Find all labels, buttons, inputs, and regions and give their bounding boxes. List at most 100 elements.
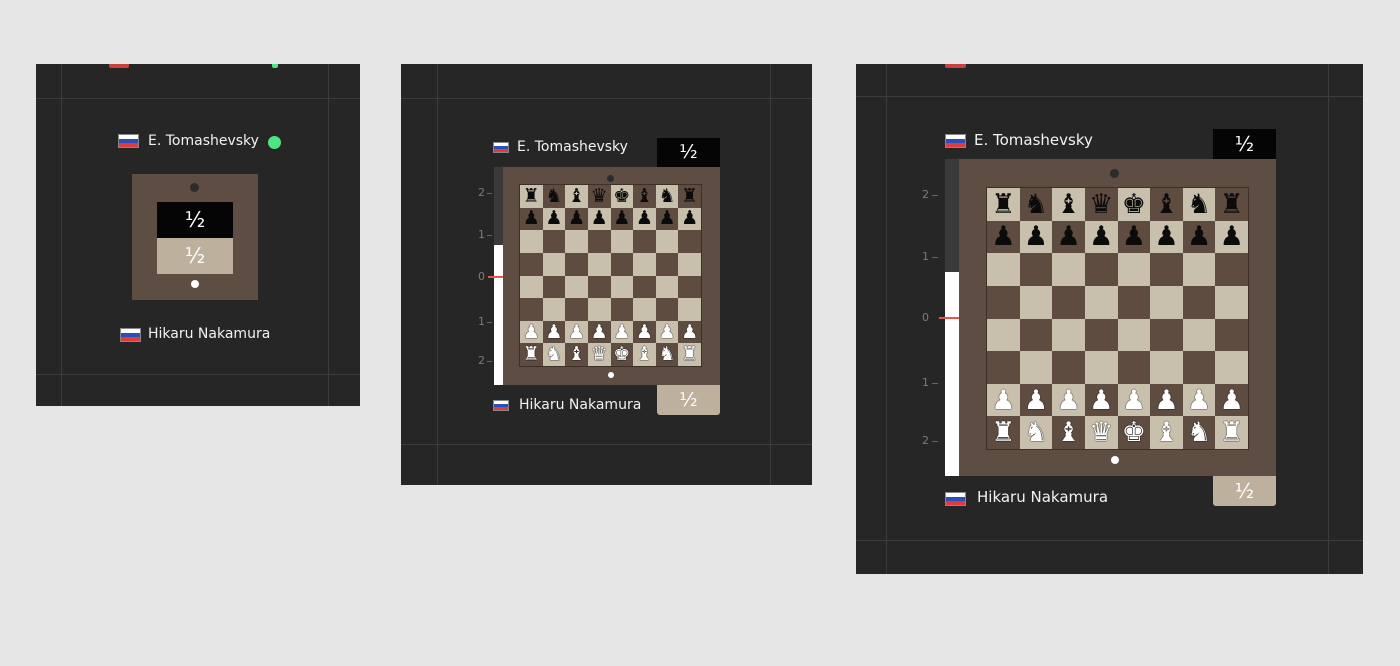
board-square[interactable]: ♜ (987, 416, 1020, 449)
board-square[interactable]: ♟ (1215, 220, 1248, 254)
board-square[interactable] (1117, 253, 1151, 286)
white-pawn-icon[interactable]: ♟ (991, 387, 1015, 414)
board-square[interactable]: ♞ (542, 343, 566, 366)
board-square[interactable]: ♟ (1019, 220, 1053, 254)
board-square[interactable]: ♟ (1117, 383, 1151, 417)
board-square[interactable]: ♟ (565, 207, 588, 231)
black-rook-icon[interactable]: ♜ (991, 191, 1015, 218)
board-square[interactable] (520, 252, 543, 276)
white-king-icon[interactable]: ♚ (1122, 419, 1146, 446)
black-pawn-icon[interactable]: ♟ (636, 209, 653, 228)
board-square[interactable]: ♝ (633, 343, 656, 366)
board-square[interactable] (610, 230, 634, 253)
board-square[interactable]: ♟ (565, 320, 588, 344)
white-knight-icon[interactable]: ♞ (1024, 419, 1048, 446)
board-square[interactable]: ♟ (633, 320, 656, 344)
board-square[interactable] (610, 298, 634, 321)
board-square[interactable] (633, 230, 656, 253)
board-square[interactable] (987, 318, 1020, 352)
white-rook-icon[interactable]: ♜ (991, 419, 1015, 446)
board-square[interactable]: ♝ (565, 343, 588, 366)
board-square[interactable] (565, 275, 588, 299)
board-square[interactable] (565, 252, 588, 276)
white-pawn-icon[interactable]: ♟ (1089, 387, 1113, 414)
top-player-name[interactable]: E. Tomashevsky (974, 133, 1093, 148)
white-pawn-icon[interactable]: ♟ (568, 322, 585, 342)
board-square[interactable]: ♟ (1150, 220, 1183, 254)
top-player-name[interactable]: E. Tomashevsky (517, 140, 628, 154)
board-square[interactable]: ♚ (610, 343, 634, 366)
board-square[interactable] (587, 230, 611, 253)
white-king-icon[interactable]: ♚ (613, 345, 630, 364)
board-square[interactable]: ♟ (1084, 220, 1118, 254)
white-pawn-icon[interactable]: ♟ (1187, 387, 1211, 414)
white-queen-icon[interactable]: ♛ (1089, 419, 1113, 446)
black-pawn-icon[interactable]: ♟ (568, 209, 585, 228)
board-square[interactable]: ♛ (1084, 416, 1118, 449)
black-pawn-icon[interactable]: ♟ (545, 209, 562, 228)
board-square[interactable]: ♟ (1150, 383, 1183, 417)
white-pawn-icon[interactable]: ♟ (613, 322, 630, 342)
black-king-icon[interactable]: ♚ (1122, 191, 1146, 218)
board-square[interactable]: ♟ (1182, 383, 1216, 417)
board-square[interactable]: ♜ (520, 343, 543, 366)
black-knight-icon[interactable]: ♞ (545, 186, 562, 206)
board-square[interactable]: ♟ (587, 207, 611, 231)
board-square[interactable] (1215, 253, 1248, 286)
black-rook-icon[interactable]: ♜ (681, 186, 698, 206)
board-square[interactable] (1052, 351, 1085, 384)
board-square[interactable] (678, 252, 701, 276)
white-pawn-icon[interactable]: ♟ (1154, 387, 1178, 414)
board-square[interactable] (1150, 253, 1183, 286)
bottom-player-name[interactable]: Hikaru Nakamura (519, 398, 641, 412)
board-square[interactable]: ♞ (1182, 416, 1216, 449)
board-square[interactable] (1019, 318, 1053, 352)
board-square[interactable] (678, 230, 701, 253)
board-square[interactable]: ♟ (633, 207, 656, 231)
white-bishop-icon[interactable]: ♝ (1056, 419, 1080, 446)
board-square[interactable] (655, 275, 679, 299)
white-pawn-icon[interactable]: ♟ (1220, 387, 1244, 414)
board-square[interactable]: ♝ (1052, 416, 1085, 449)
board-square[interactable] (1084, 285, 1118, 319)
white-rook-icon[interactable]: ♜ (523, 345, 540, 364)
black-bishop-icon[interactable]: ♝ (1154, 191, 1178, 218)
board-square[interactable]: ♟ (1117, 220, 1151, 254)
board-square[interactable] (520, 275, 543, 299)
board-square[interactable]: ♟ (1052, 383, 1085, 417)
board-square[interactable]: ♟ (542, 207, 566, 231)
white-knight-icon[interactable]: ♞ (545, 345, 562, 364)
board-square[interactable] (1052, 318, 1085, 352)
black-knight-icon[interactable]: ♞ (1024, 191, 1048, 218)
white-pawn-icon[interactable]: ♟ (591, 322, 608, 342)
board-square[interactable] (1084, 318, 1118, 352)
black-knight-icon[interactable]: ♞ (659, 186, 676, 206)
board-square[interactable] (542, 252, 566, 276)
board-square[interactable] (1117, 285, 1151, 319)
board-square[interactable]: ♟ (1052, 220, 1085, 254)
white-rook-icon[interactable]: ♜ (681, 345, 698, 364)
board-square[interactable]: ♜ (678, 343, 701, 366)
black-bishop-icon[interactable]: ♝ (1056, 191, 1080, 218)
board-square[interactable]: ♟ (1019, 383, 1053, 417)
white-bishop-icon[interactable]: ♝ (636, 345, 653, 364)
board-square[interactable] (610, 275, 634, 299)
bottom-player-name[interactable]: Hikaru Nakamura (977, 490, 1108, 505)
chess-board[interactable]: ♜ ♞ ♝ ♛ ♚ ♝ ♞ ♜ ♟ ♟ ♟ ♟ ♟ ♟ ♟ ♟ ♟ ♟ ♟ ♟ ♟ ♟ ♟ ♟ ♜ ♞ ♝ ♛ ♚ ♝ ♞ ♜ (987, 188, 1248, 449)
board-square[interactable] (587, 275, 611, 299)
board-square[interactable] (565, 230, 588, 253)
board-square[interactable]: ♝ (1150, 188, 1183, 221)
board-square[interactable] (542, 275, 566, 299)
board-square[interactable]: ♟ (610, 320, 634, 344)
white-queen-icon[interactable]: ♛ (591, 345, 608, 364)
bottom-player-name[interactable]: Hikaru Nakamura (148, 327, 270, 341)
board-square[interactable]: ♚ (1117, 416, 1151, 449)
board-square[interactable]: ♟ (655, 207, 679, 231)
black-pawn-icon[interactable]: ♟ (991, 223, 1015, 250)
board-square[interactable]: ♝ (633, 185, 656, 208)
white-bishop-icon[interactable]: ♝ (1154, 419, 1178, 446)
board-square[interactable]: ♟ (587, 320, 611, 344)
board-square[interactable] (1182, 351, 1216, 384)
board-square[interactable]: ♜ (1215, 188, 1248, 221)
board-square[interactable] (1084, 351, 1118, 384)
